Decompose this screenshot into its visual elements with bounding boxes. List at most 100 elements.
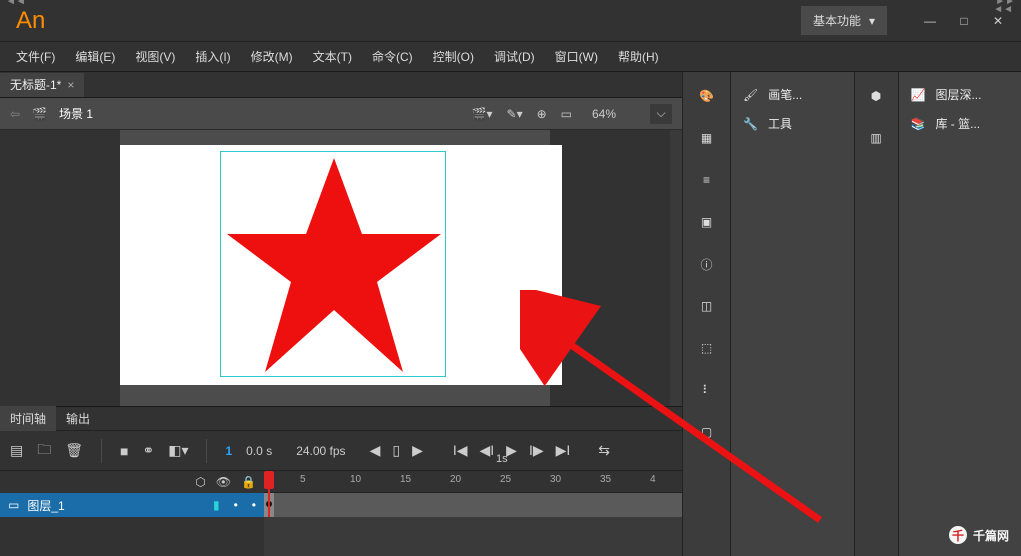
step-back-icon[interactable]: ◀ — [370, 442, 381, 459]
tab-timeline[interactable]: 时间轴 — [0, 406, 56, 431]
fps-value[interactable]: 24.00 fps — [296, 444, 345, 458]
new-layer-icon[interactable]: ▤ — [10, 442, 23, 459]
lock-col-icon[interactable]: 🔒 — [241, 475, 256, 489]
goto-last-icon[interactable]: ▶I — [556, 442, 571, 459]
scene-icon: 🎬 — [32, 107, 47, 121]
onion-skin-icon[interactable]: ◧▾ — [168, 442, 188, 459]
panel-label: 库 - 篮... — [935, 115, 980, 132]
menu-control[interactable]: 控制(O) — [425, 44, 482, 69]
keyframe[interactable] — [266, 501, 272, 507]
panel-library[interactable]: 📚 库 - 篮... — [907, 109, 1014, 138]
zoom-value[interactable]: 64% — [586, 105, 636, 123]
visibility-col-icon[interactable]: 👁 — [216, 475, 231, 489]
tool-icon-column: ◄◄ 🎨 ▦ ≡ ▣ ⓘ ◫ ⬚ ⠇ ▢ — [682, 72, 730, 556]
minimize-button[interactable]: ― — [915, 9, 945, 33]
panel-label: 工具 — [768, 115, 792, 132]
panel-layer-depth[interactable]: 📈 图层深... — [907, 80, 1014, 109]
brush-icon: 🖌 — [743, 88, 758, 102]
layer-name: 图层_1 — [27, 497, 64, 514]
stage-area[interactable] — [0, 130, 682, 406]
loop-icon[interactable]: ▯ — [392, 442, 400, 459]
workspace-label: 基本功能 — [813, 12, 861, 29]
layer-row[interactable]: ▭ 图层_1 ▮ • • — [0, 493, 264, 517]
info-icon[interactable]: ⓘ — [695, 252, 719, 276]
document-tab[interactable]: 无标题-1* × — [0, 73, 84, 97]
star-shape[interactable] — [221, 152, 447, 378]
menu-insert[interactable]: 插入(I) — [187, 44, 238, 69]
menu-window[interactable]: 窗口(W) — [547, 44, 606, 69]
clip-icon[interactable]: ▭ — [561, 107, 572, 121]
menu-help[interactable]: 帮助(H) — [610, 44, 667, 69]
frame-panel[interactable]: 1s 5 10 15 20 25 30 35 4 — [264, 471, 682, 556]
menu-view[interactable]: 视图(V) — [127, 44, 183, 69]
maximize-button[interactable]: □ — [949, 9, 979, 33]
panel-tools[interactable]: 🔧 工具 — [739, 109, 846, 138]
delete-layer-icon[interactable]: 🗑 — [65, 442, 83, 459]
panel-label: 画笔... — [768, 86, 802, 103]
icon-column-2: ⬢ ▥ — [854, 72, 898, 556]
books-icon[interactable]: ▥ — [864, 126, 888, 150]
watermark: 千 千篇网 — [949, 526, 1009, 544]
clapper-icon[interactable]: 🎬▾ — [472, 107, 493, 121]
scene-bar: ⇦ 🎬 场景 1 🎬▾ ✎▾ ⊕ ▭ 64% ⌵ — [0, 98, 682, 130]
menu-edit[interactable]: 编辑(E) — [67, 44, 123, 69]
current-frame[interactable]: 1 — [225, 444, 232, 458]
document-tab-bar: ◄◄ 无标题-1* × — [0, 72, 682, 98]
document-tab-label: 无标题-1* — [10, 76, 61, 93]
step-fwd-icon[interactable]: ▶ — [412, 442, 423, 459]
close-tab-icon[interactable]: × — [67, 78, 74, 92]
workspace-dropdown[interactable]: 基本功能 ▾ — [801, 6, 887, 35]
timeline-menu-icon[interactable]: ⇆ — [598, 442, 610, 459]
wrench-icon: 🔧 — [743, 117, 758, 131]
next-frame-icon[interactable]: I▶ — [529, 442, 544, 459]
menu-debug[interactable]: 调试(D) — [486, 44, 543, 69]
frame-row[interactable] — [264, 493, 682, 517]
new-folder-icon[interactable]: 🗀 — [37, 439, 51, 463]
highlight-col-icon[interactable]: ⬡ — [195, 475, 205, 489]
camera-icon[interactable]: ■ — [120, 443, 128, 459]
panel-column-2: ►► 📈 图层深... 📚 库 - 篮... — [898, 72, 1021, 556]
menu-file[interactable]: 文件(F) — [8, 44, 63, 69]
library-icon[interactable]: ▢ — [695, 420, 719, 444]
scene-label: 场景 1 — [59, 105, 93, 122]
tab-output[interactable]: 输出 — [56, 406, 100, 431]
cube-icon[interactable]: ⬢ — [864, 84, 888, 108]
layer-icon: ▭ — [8, 498, 19, 512]
stage[interactable] — [120, 145, 562, 385]
panel-label: 图层深... — [935, 86, 981, 103]
second-marker: 1s — [496, 453, 508, 465]
elapsed-time: 0.0 s — [246, 444, 272, 458]
collapse-icon[interactable]: ◄◄ — [6, 0, 26, 7]
books-icon: 📚 — [911, 117, 926, 131]
center-stage-icon[interactable]: ⊕ — [537, 107, 547, 121]
pasteboard-left — [0, 130, 120, 406]
effects-icon[interactable]: ⠇ — [695, 378, 719, 402]
back-icon[interactable]: ⇦ — [10, 107, 20, 121]
menu-text[interactable]: 文本(T) — [305, 44, 360, 69]
layer-parent-icon[interactable]: ⚭ — [142, 442, 154, 459]
zoom-dropdown[interactable]: ⌵ — [650, 104, 672, 124]
menu-modify[interactable]: 修改(M) — [243, 44, 301, 69]
collapse-icon[interactable]: ►► — [995, 0, 1015, 7]
align-icon[interactable]: ≡ — [695, 168, 719, 192]
watermark-text: 千篇网 — [973, 527, 1009, 544]
goto-first-icon[interactable]: I◀ — [453, 442, 468, 459]
selection-box[interactable] — [220, 151, 446, 377]
app-logo: An — [16, 7, 45, 35]
palette-icon[interactable]: 🎨 — [695, 84, 719, 108]
swatches-icon[interactable]: ▦ — [695, 126, 719, 150]
menubar: 文件(F) 编辑(E) 视图(V) 插入(I) 修改(M) 文本(T) 命令(C… — [0, 42, 1021, 72]
panel-brush[interactable]: 🖌 画笔... — [739, 80, 846, 109]
watermark-badge: 千 — [949, 526, 967, 544]
pasteboard-right — [550, 130, 670, 406]
symbol-edit-icon[interactable]: ✎▾ — [507, 107, 523, 121]
bounds-icon[interactable]: ◫ — [695, 294, 719, 318]
transform-icon[interactable]: ▣ — [695, 210, 719, 234]
prev-frame-icon[interactable]: ◀I — [480, 442, 495, 459]
menu-commands[interactable]: 命令(C) — [364, 44, 421, 69]
frame-ruler[interactable]: 1s 5 10 15 20 25 30 35 4 — [264, 471, 682, 493]
titlebar: An 基本功能 ▾ ― □ ✕ — [0, 0, 1021, 42]
chevron-down-icon: ▾ — [869, 14, 875, 28]
marquee-icon[interactable]: ⬚ — [695, 336, 719, 360]
vertical-scrollbar[interactable] — [670, 130, 682, 406]
